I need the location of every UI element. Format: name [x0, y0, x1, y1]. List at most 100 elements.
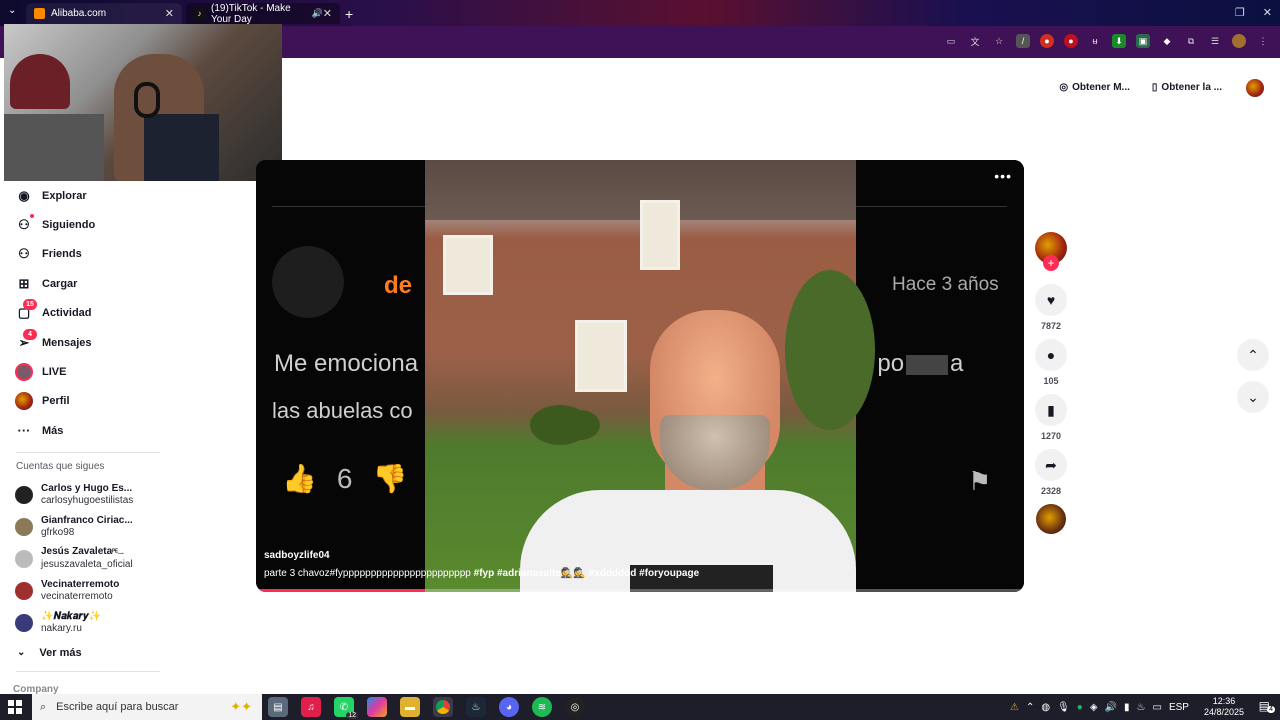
save-button[interactable]: ▮: [1035, 394, 1067, 426]
speaker-icon[interactable]: 🔊: [312, 8, 323, 19]
extension-icon[interactable]: ●: [1040, 34, 1054, 48]
sidebar-item-explorar[interactable]: ◉ Explorar: [0, 181, 160, 210]
share-button[interactable]: ➦: [1035, 449, 1067, 481]
menu-dots-icon[interactable]: ⋮: [1256, 34, 1270, 48]
new-tab-button[interactable]: +: [345, 6, 353, 22]
taskbar-search[interactable]: ⌕ Escribe aquí para buscar ✦✦: [32, 694, 262, 720]
sidebar-item-friends[interactable]: ⚇ Friends: [0, 240, 160, 269]
follow-plus-icon[interactable]: +: [1043, 255, 1059, 271]
copilot-icon[interactable]: [367, 697, 387, 717]
whatsapp-icon[interactable]: ✆ 12: [334, 697, 358, 719]
discord-icon[interactable]: ◕: [499, 697, 519, 717]
tab-alibaba[interactable]: Alibaba.com ✕: [26, 3, 182, 24]
tray-icon[interactable]: ◈: [1090, 702, 1098, 713]
sidebar-item-siguiendo[interactable]: ⚇ Siguiendo: [0, 210, 160, 239]
heart-icon: ♥: [1046, 292, 1056, 308]
puzzle-extensions-icon[interactable]: ⧉: [1184, 34, 1198, 48]
bookmark-star-icon[interactable]: ☆: [992, 34, 1006, 48]
following-account[interactable]: Carlos y Hugo Es... carlosyhugoestilista…: [0, 479, 160, 511]
beanie: [10, 54, 70, 109]
close-tab-icon[interactable]: ✕: [323, 7, 332, 20]
volume-icon[interactable]: 🔊: [1105, 702, 1117, 713]
sidebar-item-mensajes[interactable]: ➢ 4 Mensajes: [0, 328, 160, 357]
tray-chevron-icon[interactable]: ⌃: [1026, 702, 1034, 713]
language-indicator[interactable]: ESP: [1169, 702, 1189, 713]
like-button[interactable]: ♥: [1035, 284, 1067, 316]
sidebar-item-live[interactable]: LIVE: [0, 357, 160, 386]
extension-icon[interactable]: ▣: [1136, 34, 1150, 48]
sidebar-item-mas[interactable]: ··· Más: [0, 416, 160, 445]
tab-search-chevron-icon[interactable]: ⌄: [8, 5, 16, 16]
close-tab-icon[interactable]: ✕: [165, 7, 174, 20]
network-icon[interactable]: ▭: [1152, 702, 1161, 713]
tab-tiktok[interactable]: ♪ (19)TikTok - Make Your Day 🔊 ✕: [186, 2, 340, 25]
flag-icon: ⚑: [968, 466, 992, 496]
battery-icon[interactable]: ▮: [1124, 702, 1130, 713]
chevron-down-icon: ⌄: [17, 647, 26, 659]
music-app-icon[interactable]: ♫: [301, 697, 321, 717]
see-more-label: Ver más: [39, 646, 82, 659]
extension-icon[interactable]: /: [1016, 34, 1030, 48]
close-window-icon[interactable]: ✕: [1263, 6, 1272, 19]
house-window: [575, 320, 627, 392]
next-video-button[interactable]: ⌄: [1237, 381, 1269, 413]
chrome-icon[interactable]: [433, 697, 453, 717]
sidebar-item-actividad[interactable]: ▢ 15 Actividad: [0, 299, 160, 328]
extension-icon[interactable]: ●: [1064, 34, 1078, 48]
windows-taskbar: ⌕ Escribe aquí para buscar ✦✦ ▤ ♫ ✆ 12 ▬ …: [0, 694, 1280, 720]
restore-window-icon[interactable]: ❐: [1235, 6, 1245, 19]
sidebar-item-perfil[interactable]: Perfil: [0, 387, 160, 416]
tray-icon[interactable]: ⚠: [1010, 702, 1019, 713]
following-account[interactable]: Jesús Zavaletaᴾᴱ... jesuszavaleta_oficia…: [0, 543, 160, 575]
tab-title: Alibaba.com: [51, 8, 107, 19]
music-disc[interactable]: [1036, 504, 1066, 534]
tab-title: (19)TikTok - Make Your Day: [211, 2, 291, 25]
extension-icon[interactable]: ʉ: [1088, 34, 1102, 48]
following-account[interactable]: Gianfranco Ciriac... gfrko98: [0, 511, 160, 543]
tray-icon[interactable]: ◍: [1041, 702, 1050, 713]
profile-avatar-icon[interactable]: [1232, 34, 1246, 48]
following-account[interactable]: ✨𝑵𝒂𝒌𝒂𝒓𝒚✨ nakary.ru: [0, 607, 160, 639]
following-account[interactable]: Vecinaterremoto vecinaterremoto: [0, 575, 160, 607]
video-progress-bar[interactable]: [256, 589, 1024, 592]
see-more-button[interactable]: ⌄ Ver más: [0, 639, 160, 667]
sidebar-item-label: Perfil: [42, 395, 70, 408]
creator-avatar[interactable]: +: [1035, 232, 1067, 271]
hashtag[interactable]: #xdddddd: [589, 568, 637, 579]
header-actions: ◎ Obtener M... ▯ Obtener la ...: [1051, 76, 1264, 99]
overlay-comment-line1-end: a: [950, 350, 964, 377]
explorer-app-icon[interactable]: ▤: [268, 697, 288, 717]
search-icon: ⌕: [40, 700, 47, 713]
previous-video-button[interactable]: ⌃: [1237, 339, 1269, 371]
steam-icon[interactable]: ♨: [466, 697, 486, 717]
obs-icon[interactable]: ◎: [565, 697, 585, 717]
steam-tray-icon[interactable]: ♨: [1137, 702, 1146, 713]
extension-icon[interactable]: ⬇: [1112, 34, 1126, 48]
clock[interactable]: 12:36 24/8/2025: [1204, 696, 1244, 718]
get-coins-button[interactable]: ◎ Obtener M...: [1051, 76, 1138, 99]
hashtag[interactable]: #fyp: [474, 568, 495, 579]
user-avatar[interactable]: [1246, 78, 1264, 97]
friends-icon: ⚇: [18, 246, 30, 262]
translate-icon[interactable]: 文: [968, 34, 982, 48]
spotify-icon[interactable]: ≋: [532, 697, 552, 717]
video-author[interactable]: sadboyzlife04: [264, 550, 699, 561]
windows-start-icon[interactable]: [8, 700, 22, 714]
folder-icon[interactable]: ▬: [400, 697, 420, 717]
sidebar-item-label: Cargar: [42, 277, 78, 290]
get-app-label: Obtener la ...: [1161, 82, 1222, 93]
video-frame: [425, 160, 875, 592]
microphone-icon[interactable]: 🎙: [1057, 702, 1070, 713]
video-player[interactable]: de Hace 3 años Me emociona el po a las ab…: [256, 160, 1024, 592]
sidebar-item-cargar[interactable]: ⊞ Cargar: [0, 269, 160, 298]
notification-center-icon[interactable]: ▤ 4: [1259, 699, 1275, 713]
get-app-button[interactable]: ▯ Obtener la ...: [1144, 76, 1230, 99]
spotify-tray-icon[interactable]: ●: [1077, 702, 1083, 713]
reading-list-icon[interactable]: ☰: [1208, 34, 1222, 48]
comment-button[interactable]: ●: [1035, 339, 1067, 371]
hashtag[interactable]: #foryoupage: [639, 568, 699, 579]
more-options-icon[interactable]: •••: [994, 168, 1012, 184]
extension-icon[interactable]: ◆: [1160, 34, 1174, 48]
cast-icon[interactable]: ▭: [944, 34, 958, 48]
hashtag[interactable]: #adrianasalte🕵🕵: [497, 568, 586, 579]
